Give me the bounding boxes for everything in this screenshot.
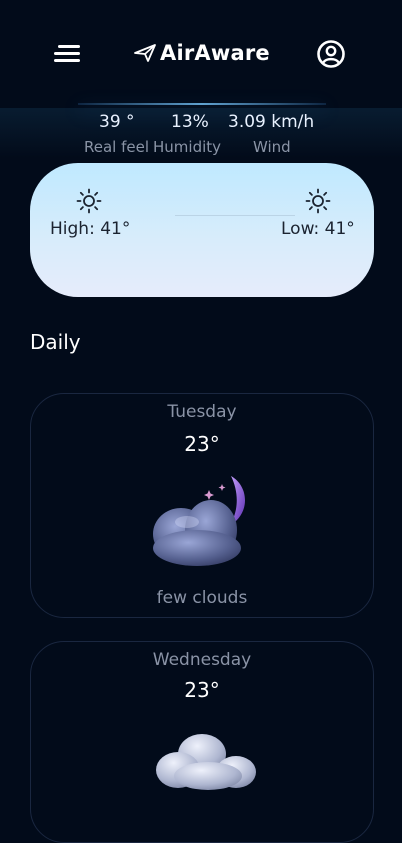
wind-label: Wind [253, 138, 291, 156]
day-temp: 23° [184, 678, 220, 702]
sun-icon [76, 188, 102, 214]
day-description: few clouds [156, 588, 248, 608]
high-low-card: High: 41° Low: 41° [30, 163, 374, 297]
daily-card[interactable]: Tuesday 23° few clouds [30, 393, 374, 618]
brand-name: AirAware [160, 41, 270, 65]
low-temp: Low: 41° [281, 219, 355, 239]
current-stats: 39 ° 13% 3.09 km/h Real feel Humidity Wi… [0, 108, 402, 158]
day-name: Tuesday [167, 402, 237, 422]
menu-icon[interactable] [54, 42, 82, 64]
paper-plane-icon [134, 44, 156, 62]
real-feel-value: 39 ° [99, 112, 135, 132]
header-glow-divider [78, 103, 326, 105]
clouds-icon [156, 734, 256, 790]
humidity-value: 13% [171, 112, 209, 132]
day-temp: 23° [184, 432, 220, 456]
top-bar: AirAware [0, 0, 402, 104]
user-circle-icon[interactable] [316, 39, 346, 69]
card-divider [175, 215, 295, 216]
real-feel-label: Real feel [84, 138, 150, 156]
sun-icon [305, 188, 331, 214]
wind-value: 3.09 km/h [228, 112, 315, 132]
day-name: Wednesday [152, 650, 252, 670]
high-temp: High: 41° [50, 219, 131, 239]
cloud-moon-icon [153, 476, 245, 566]
brand-logo[interactable]: AirAware [134, 38, 270, 68]
daily-heading: Daily [30, 330, 81, 354]
daily-card[interactable]: Wednesday 23° [30, 641, 374, 843]
humidity-label: Humidity [153, 138, 222, 156]
